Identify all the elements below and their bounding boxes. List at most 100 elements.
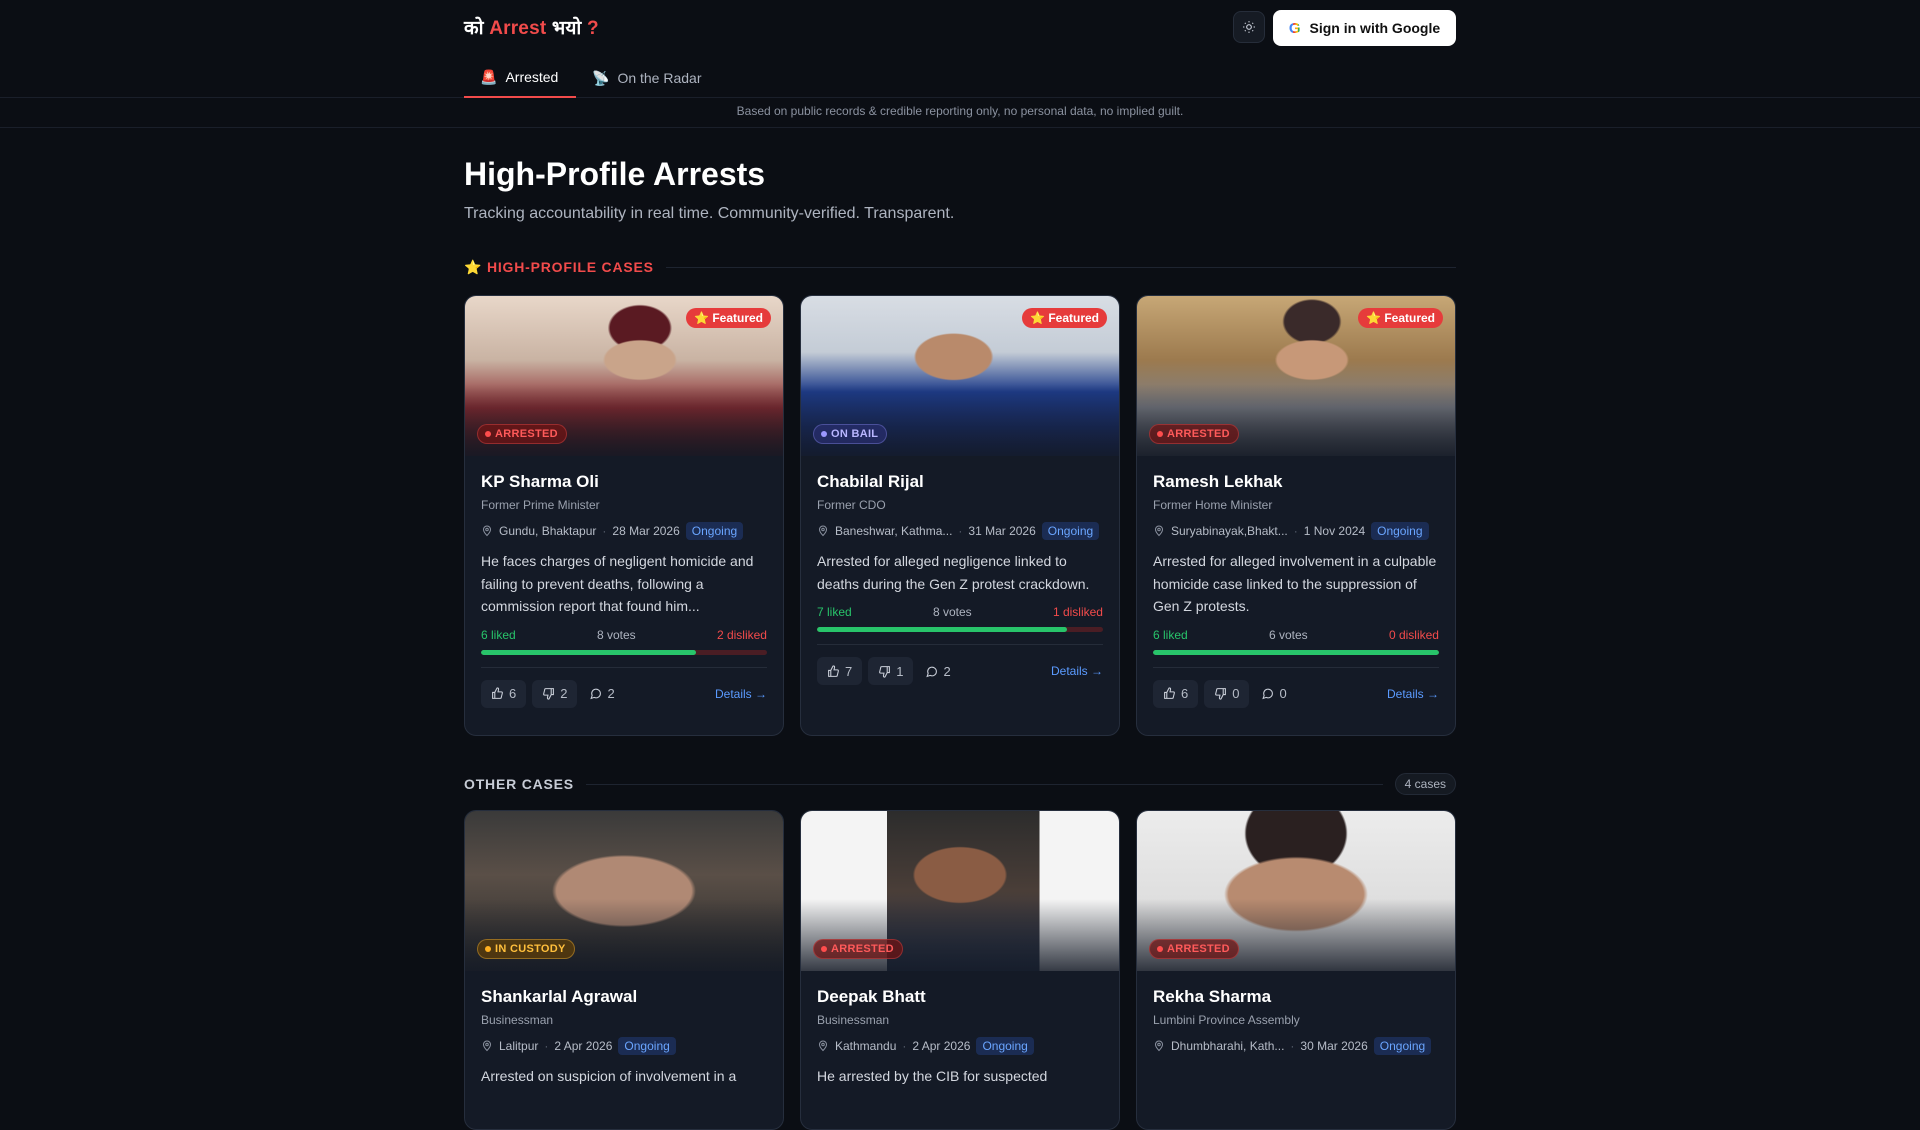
thumbs-down-icon [879, 665, 891, 678]
person-name: Ramesh Lekhak [1153, 472, 1283, 491]
status-badge: ARRESTED [1149, 424, 1239, 444]
case-date: 1 Nov 2024 [1303, 524, 1366, 538]
theme-toggle-button[interactable] [1233, 11, 1265, 43]
case-location: Suryabinayak,Bhakt... [1171, 524, 1288, 538]
person-name: KP Sharma Oli [481, 472, 599, 491]
liked-count: 6 liked [1153, 627, 1188, 642]
case-status-tag: Ongoing [976, 1037, 1034, 1055]
case-card[interactable]: ARRESTED Deepak Bhatt Businessman Kathmandu… [800, 810, 1120, 1130]
meta-separator: · [1290, 1039, 1295, 1053]
status-badge: ON BAIL [813, 424, 888, 444]
thumbs-down-icon [543, 688, 555, 700]
tab-on-the-radar[interactable]: 📡 On the Radar [576, 58, 718, 98]
person-name: Chabilal Rijal [817, 472, 924, 491]
case-location: Lalitpur [499, 1039, 539, 1053]
featured-section-header: ⭐ HIGH-PROFILE CASES [464, 259, 1456, 276]
meta-separator: · [602, 524, 607, 538]
case-date: 30 Mar 2026 [1300, 1039, 1368, 1053]
status-text: ARRESTED [1167, 943, 1230, 955]
case-status-tag: Ongoing [1373, 1037, 1432, 1055]
page-subtitle: Tracking accountability in real time. Co… [464, 205, 955, 222]
case-date: 31 Mar 2026 [968, 524, 1036, 538]
comments-button[interactable]: 2 [583, 681, 620, 706]
person-role: Businessman [817, 1013, 890, 1027]
signin-label: Sign in with Google [1309, 20, 1441, 36]
case-card[interactable]: ⭐ Featured ARRESTED KP Sharma Oli Former Pr… [464, 295, 784, 736]
satellite-icon: 📡 [592, 69, 610, 86]
vote-ratio-bar [817, 627, 1103, 632]
comment-count: 2 [943, 663, 951, 679]
case-status-tag: Ongoing [685, 522, 744, 540]
google-signin-button[interactable]: G Sign in with Google [1273, 10, 1456, 46]
location-pin-icon [818, 525, 828, 537]
brand-prefix: को [464, 18, 484, 39]
like-button[interactable]: 6 [1153, 679, 1199, 708]
vote-ratio-bar [1153, 649, 1439, 655]
person-name: Deepak Bhatt [817, 987, 926, 1006]
case-photo: IN CUSTODY [465, 811, 783, 971]
vote-total: 6 votes [1268, 627, 1308, 642]
person-name: Rekha Sharma [1153, 987, 1272, 1006]
case-location: Kathmandu [835, 1039, 897, 1053]
thumbs-up-icon [492, 687, 503, 699]
disliked-count: 1 disliked [1052, 605, 1103, 619]
case-meta: Baneshwar, Kathma... · 31 Mar 2026 Ongoing [817, 522, 1103, 540]
vote-summary: 6 liked 8 votes 2 disliked [481, 628, 767, 642]
comment-icon [590, 688, 602, 700]
featured-badge: ⭐ Featured [1022, 308, 1107, 328]
case-date: 2 Apr 2026 [912, 1039, 971, 1053]
disliked-count: 2 disliked [716, 627, 767, 642]
featured-section-label: ⭐ HIGH-PROFILE CASES [464, 259, 654, 276]
case-photo: ⭐ Featured ON BAIL [801, 296, 1119, 456]
location-pin-icon [1154, 525, 1164, 537]
card-actions: 7 1 2 Details → [817, 645, 1103, 701]
status-text: IN CUSTODY [495, 943, 566, 955]
comment-count: 2 [607, 686, 615, 701]
case-description: He faces charges of negligent homicide a… [481, 553, 754, 614]
thumbs-down-icon [1215, 688, 1227, 700]
liked-count: 6 liked [481, 627, 516, 642]
details-link[interactable]: Details → [1051, 664, 1103, 678]
vote-summary: 6 liked 6 votes 0 disliked [1153, 628, 1439, 642]
case-photo: ARRESTED [801, 811, 1119, 971]
details-link[interactable]: Details → [715, 687, 767, 701]
comment-icon [1262, 688, 1274, 700]
status-text: ARRESTED [1167, 428, 1230, 440]
like-button[interactable]: 7 [817, 657, 863, 685]
status-badge: ARRESTED [477, 424, 567, 444]
case-card[interactable]: ARRESTED Rekha Sharma Lumbini Province Ass… [1136, 810, 1456, 1130]
tab-arrested[interactable]: 🚨 Arrested [464, 58, 576, 98]
comments-button[interactable]: 0 [1255, 681, 1292, 706]
dislike-button[interactable]: 1 [868, 657, 914, 685]
divider [585, 783, 1383, 785]
divider [665, 267, 1456, 268]
like-button[interactable]: 6 [481, 679, 527, 708]
google-icon: G [1288, 19, 1301, 37]
details-link[interactable]: Details → [1387, 687, 1439, 701]
case-status-tag: Ongoing [618, 1037, 676, 1055]
dislike-button[interactable]: 0 [1204, 679, 1250, 708]
meta-separator: · [958, 524, 963, 538]
star-icon: ⭐ [464, 259, 483, 275]
case-card[interactable]: ⭐ Featured ARRESTED Ramesh Lekhak Former Ho… [1136, 295, 1456, 736]
featured-badge: ⭐ Featured [1358, 308, 1443, 328]
person-role: Former CDO [817, 498, 886, 512]
vote-ratio-fill [817, 627, 1068, 632]
comments-button[interactable]: 2 [919, 659, 956, 684]
card-actions: 6 2 2 Details → [481, 668, 767, 724]
vote-ratio-fill [481, 649, 696, 655]
case-location: Dhumbharahi, Kath... [1171, 1039, 1285, 1053]
vote-ratio-bar [481, 649, 767, 655]
case-card[interactable]: ⭐ Featured ON BAIL Chabilal Rijal Former CD… [800, 295, 1120, 736]
meta-separator: · [902, 1039, 907, 1053]
case-meta: Suryabinayak,Bhakt... · 1 Nov 2024 Ongoing [1153, 522, 1439, 540]
case-card[interactable]: IN CUSTODY Shankarlal Agrawal Businessman L… [464, 810, 784, 1130]
site-logo[interactable]: को Arrest भयो ? [464, 14, 599, 40]
case-description: Arrested for alleged negligence linked t… [817, 553, 1090, 592]
case-date: 2 Apr 2026 [554, 1039, 613, 1053]
case-date: 28 Mar 2026 [612, 524, 680, 538]
brand-suffix: भयो [551, 18, 582, 39]
person-name: Shankarlal Agrawal [481, 987, 638, 1006]
dislike-button[interactable]: 2 [532, 679, 578, 708]
status-text: ARRESTED [831, 943, 894, 955]
